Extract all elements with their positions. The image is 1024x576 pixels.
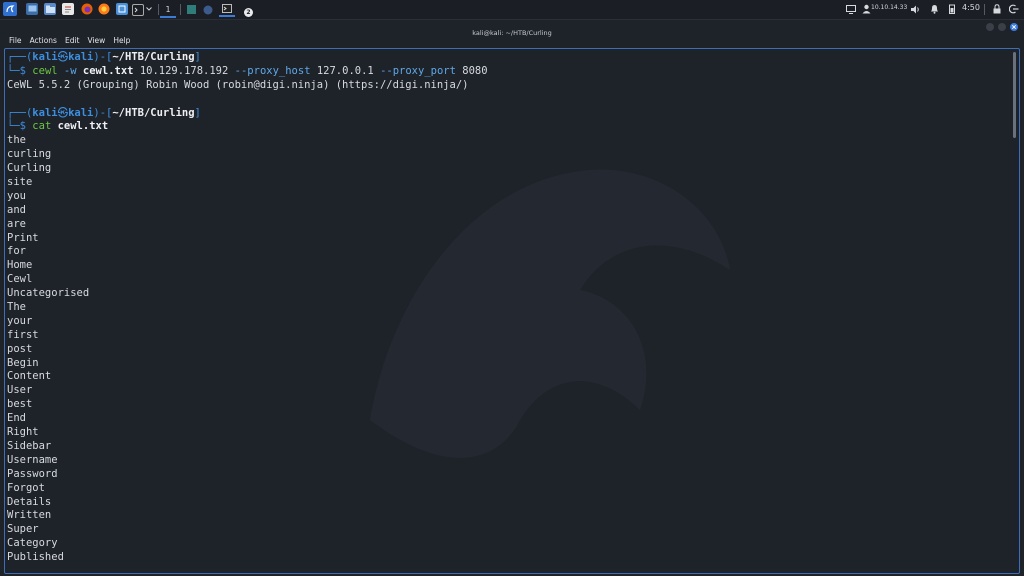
wordlist-line: are	[7, 217, 26, 230]
wordlist-line: Details	[7, 495, 52, 508]
cmd-program: cewl	[32, 64, 58, 77]
chevron-down-icon[interactable]	[145, 3, 153, 15]
wordlist-line: The	[7, 301, 26, 314]
prompt-user: kali	[32, 106, 58, 119]
command-line: └─$ cat cewl.txt	[7, 120, 109, 133]
wordlist-line: Cewl	[7, 273, 33, 286]
minimize-button[interactable]	[986, 23, 994, 31]
menu-help[interactable]: Help	[109, 34, 134, 48]
menu-edit[interactable]: Edit	[61, 34, 84, 48]
volume-icon[interactable]	[910, 3, 922, 15]
wordlist-line: Super	[7, 523, 39, 536]
scrollbar-thumb[interactable]	[1013, 52, 1016, 138]
maximize-button[interactable]	[998, 23, 1006, 31]
command-line: └─$ cewl -w cewl.txt 10.129.178.192 --pr…	[7, 64, 488, 77]
wordlist-line: for	[7, 245, 26, 258]
prompt-line: ┌──(kali㉿kali)-[~/HTB/Curling]	[7, 51, 201, 63]
cmd-program: cat	[32, 120, 52, 133]
cmd-arg: 8080	[462, 64, 488, 77]
wordlist-line: Published	[7, 551, 64, 564]
menu-view[interactable]: View	[84, 34, 110, 48]
wordlist-line: and	[7, 203, 26, 216]
cmd-option: --proxy_port	[380, 64, 456, 77]
cmd-option: --proxy_host	[234, 64, 311, 77]
wordlist-line: Right	[7, 426, 39, 439]
notification-count-badge: 2	[244, 8, 253, 17]
wordlist-line: post	[7, 342, 33, 355]
wordlist-line: your	[7, 314, 33, 327]
wordlist-line: Forgot	[7, 481, 45, 494]
kali-menu-icon[interactable]	[3, 2, 17, 16]
cmd-option: -w	[63, 64, 77, 77]
prompt-host: kali	[68, 106, 94, 119]
wordlist-line: first	[7, 328, 39, 341]
wordlist-line: Content	[7, 370, 52, 383]
display-icon[interactable]	[845, 3, 857, 15]
prompt-line: ┌──(kali㉿kali)-[~/HTB/Curling]	[7, 106, 201, 119]
menu-actions[interactable]: Actions	[26, 34, 61, 48]
window-titlebar[interactable]: kali@kali: ~/HTB/Curling	[0, 20, 1024, 37]
wordlist-line: the	[7, 134, 26, 147]
close-button[interactable]	[1010, 23, 1018, 31]
logout-icon[interactable]	[1008, 3, 1020, 15]
settings-manager-icon[interactable]	[116, 3, 128, 15]
wordlist-line: Uncategorised	[7, 287, 90, 300]
wordlist-line: End	[7, 412, 26, 425]
show-desktop-icon[interactable]	[26, 3, 38, 15]
prompt-at-symbol: ㉿	[57, 106, 69, 119]
notification-bell-icon[interactable]	[928, 3, 940, 15]
close-icon	[1011, 24, 1017, 30]
wordlist-line: site	[7, 176, 33, 189]
wordlist-line: Begin	[7, 356, 39, 369]
wordlist-line: Print	[7, 231, 39, 244]
wordlist-line: Written	[7, 509, 52, 522]
prompt-user: kali	[32, 51, 58, 63]
taskbar-app-2[interactable]	[200, 2, 216, 17]
panel-separator	[180, 4, 181, 15]
firefox-icon[interactable]	[81, 3, 93, 15]
workspace-label: 1	[165, 4, 171, 14]
wordlist-line: curling	[7, 148, 52, 161]
wordlist-line: Username	[7, 453, 58, 466]
lock-screen-icon[interactable]	[991, 3, 1003, 15]
prompt-at-symbol: ㉿	[57, 51, 69, 63]
cmd-file: cewl.txt	[57, 120, 109, 133]
ip-address-label: 10.10.14.33	[871, 4, 908, 11]
menu-file[interactable]: File	[0, 34, 26, 48]
prompt-dir: ~/HTB/Curling	[112, 51, 195, 63]
terminal-launcher-icon[interactable]	[132, 4, 144, 16]
terminal-output[interactable]: ┌──(kali㉿kali)-[~/HTB/Curling] └─$ cewl …	[7, 51, 1007, 569]
wordlist-line: Curling	[7, 162, 52, 175]
wordlist-line: Category	[7, 537, 58, 550]
workspace-switcher[interactable]: 1	[160, 2, 176, 18]
taskbar-app-1[interactable]	[183, 2, 199, 17]
file-manager-icon[interactable]	[44, 3, 56, 15]
cmd-arg: 127.0.0.1	[316, 64, 374, 77]
wordlist-line: Home	[7, 259, 33, 272]
power-manager-icon[interactable]	[946, 3, 958, 15]
top-panel: 1 2 10.10.14.33 4:50	[0, 0, 1024, 20]
text-editor-icon[interactable]	[62, 3, 74, 15]
prompt-dir: ~/HTB/Curling	[112, 106, 195, 119]
wordlist-line: Password	[7, 467, 58, 480]
prompt-host: kali	[68, 51, 94, 63]
cmd-target: 10.129.178.192	[139, 64, 229, 77]
panel-separator	[158, 4, 159, 15]
wordlist-output: the curling Curling site you and are Print for Ho…	[7, 134, 1007, 565]
wordlist-line: best	[7, 398, 33, 411]
clock[interactable]: 4:50	[962, 3, 980, 12]
menubar: File Actions Edit View Help	[0, 34, 1024, 48]
wordlist-line: User	[7, 384, 33, 397]
cmd-outfile: cewl.txt	[82, 64, 134, 77]
command-output: CeWL 5.5.2 (Grouping) Robin Wood (robin@…	[7, 78, 469, 91]
taskbar-terminal[interactable]	[219, 2, 235, 17]
wordlist-line: Sidebar	[7, 439, 52, 452]
wordlist-line: you	[7, 189, 26, 202]
firefox-alt-icon[interactable]	[98, 3, 110, 15]
panel-separator	[984, 4, 985, 15]
